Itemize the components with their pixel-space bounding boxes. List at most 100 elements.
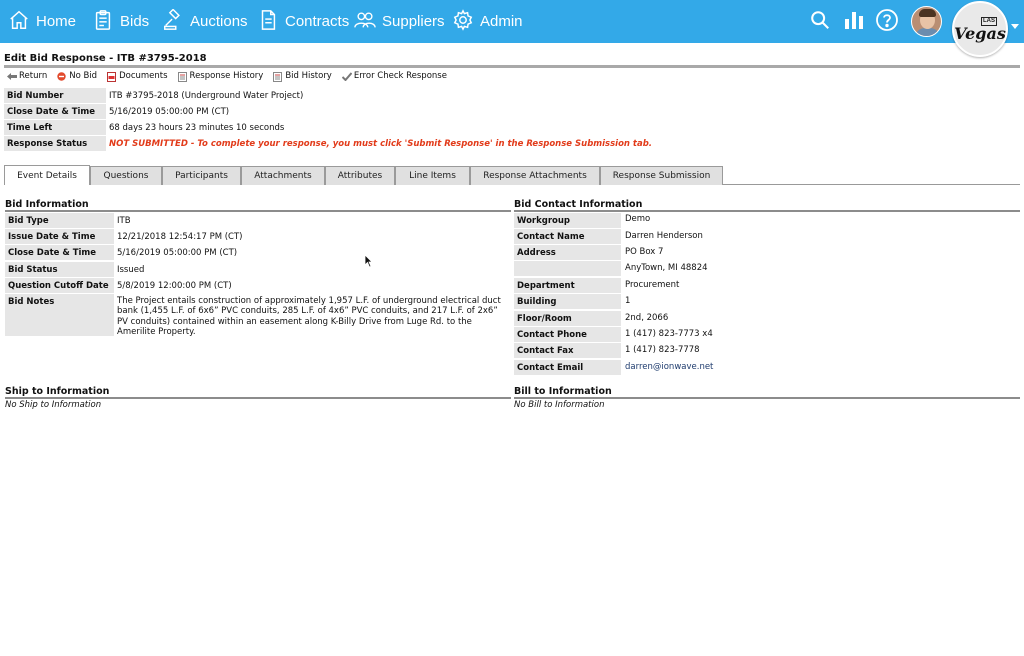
building-value: 1 (625, 296, 631, 306)
summary-value: ITB #3795-2018 (Underground Water Projec… (109, 91, 304, 101)
return-button[interactable]: Return (7, 71, 47, 81)
search-icon (809, 9, 831, 34)
nav-home[interactable]: Home (8, 0, 76, 43)
building-label: Building (514, 294, 621, 309)
ship-to-note: No Ship to Information (5, 400, 102, 410)
reports-button[interactable] (842, 0, 866, 43)
nav-bids[interactable]: Bids (92, 0, 149, 43)
mouse-cursor-icon (364, 254, 373, 268)
floor-room-label: Floor/Room (514, 311, 621, 326)
history-doc-icon (177, 71, 187, 82)
bid-type-value: ITB (117, 216, 131, 226)
avatar[interactable] (911, 6, 942, 37)
bid-notes-label: Bid Notes (5, 294, 114, 336)
tab-line-items[interactable]: Line Items (395, 166, 470, 185)
tab-attributes[interactable]: Attributes (325, 166, 395, 185)
summary-label: Time Left (4, 120, 106, 135)
history-doc-icon (273, 71, 283, 82)
department-label: Department (514, 278, 621, 293)
address-line1-value: PO Box 7 (625, 247, 664, 257)
contact-phone-value: 1 (417) 823-7773 x4 (625, 329, 713, 339)
no-bid-label: No Bid (69, 71, 98, 81)
contact-phone-label: Contact Phone (514, 327, 621, 342)
tab-event-details[interactable]: Event Details (4, 165, 90, 185)
nav-suppliers[interactable]: Suppliers (354, 0, 445, 43)
summary-row-response-status: Response Status NOT SUBMITTED - To compl… (4, 136, 1020, 151)
gear-icon (452, 8, 474, 35)
top-nav-bar: Home Bids Auctions Contracts Suppliers A… (0, 0, 1024, 57)
question-cutoff-label: Question Cutoff Date (5, 278, 114, 293)
bid-status-label: Bid Status (5, 262, 114, 277)
summary-row-time-left: Time Left 68 days 23 hours 23 minutes 10… (4, 120, 1020, 135)
nav-auctions[interactable]: Auctions (162, 0, 248, 43)
search-button[interactable] (809, 0, 831, 43)
document-icon (257, 9, 279, 35)
section-divider (5, 210, 511, 212)
address-label: Address (514, 245, 621, 260)
no-bid-button[interactable]: No Bid (57, 71, 97, 81)
tab-response-attachments[interactable]: Response Attachments (470, 166, 600, 185)
tab-participants[interactable]: Participants (162, 166, 241, 185)
documents-button[interactable]: Documents (107, 71, 168, 82)
section-divider (514, 397, 1020, 399)
las-vegas-logo[interactable]: LAS Vegas (952, 1, 1008, 57)
ship-to-heading: Ship to Information (5, 386, 110, 397)
contact-name-value: Darren Henderson (625, 231, 703, 241)
issue-date-value: 12/21/2018 12:54:17 PM (CT) (117, 232, 243, 242)
bid-history-label: Bid History (285, 71, 332, 81)
chevron-down-icon[interactable] (1011, 24, 1019, 29)
section-divider (5, 397, 511, 399)
summary-label: Bid Number (4, 88, 106, 103)
chart-icon (842, 8, 866, 35)
bid-information-heading: Bid Information (5, 199, 89, 210)
action-toolbar: Return No Bid Documents Response History… (7, 70, 457, 82)
close-date-label: Close Date & Time (5, 245, 114, 260)
bill-to-note: No Bill to Information (514, 400, 605, 410)
nav-home-label: Home (36, 13, 77, 30)
error-check-button[interactable]: Error Check Response (341, 71, 447, 81)
nav-bids-label: Bids (120, 13, 150, 30)
nav-contracts[interactable]: Contracts (257, 0, 349, 43)
summary-row-close-date: Close Date & Time 5/16/2019 05:00:00 PM … (4, 104, 1020, 119)
nav-contracts-label: Contracts (285, 13, 350, 30)
contact-fax-value: 1 (417) 823-7778 (625, 345, 700, 355)
nav-admin[interactable]: Admin (452, 0, 523, 43)
home-icon (8, 9, 30, 35)
checkmark-icon (341, 71, 353, 81)
tab-questions[interactable]: Questions (90, 166, 162, 185)
logo-big-text: Vegas (954, 23, 1006, 43)
tab-response-submission[interactable]: Response Submission (600, 166, 723, 185)
title-divider (4, 65, 1020, 68)
summary-value: 5/16/2019 05:00:00 PM (CT) (109, 107, 230, 117)
response-status-value: NOT SUBMITTED - To complete your respons… (109, 139, 653, 149)
gavel-icon (162, 7, 184, 35)
workgroup-value: Demo (625, 214, 651, 224)
error-check-label: Error Check Response (353, 71, 447, 81)
issue-date-label: Issue Date & Time (5, 229, 114, 244)
bid-history-button[interactable]: Bid History (273, 71, 332, 82)
workgroup-label: Workgroup (514, 213, 621, 228)
floor-room-value: 2nd, 2066 (625, 313, 669, 323)
summary-label: Response Status (4, 136, 106, 151)
help-button[interactable] (875, 0, 899, 43)
department-value: Procurement (625, 280, 680, 290)
clipboard-icon (92, 9, 114, 35)
contact-email-link[interactable]: darren@ionwave.net (625, 362, 713, 372)
documents-label: Documents (119, 71, 168, 81)
nav-suppliers-label: Suppliers (382, 13, 445, 30)
summary-label: Close Date & Time (4, 104, 106, 119)
no-bid-icon (57, 71, 66, 81)
page-title: Edit Bid Response - ITB #3795-2018 (4, 53, 207, 64)
close-date-value: 5/16/2019 05:00:00 PM (CT) (117, 248, 238, 258)
contact-name-label: Contact Name (514, 229, 621, 244)
contact-fax-label: Contact Fax (514, 343, 621, 358)
nav-auctions-label: Auctions (190, 13, 248, 30)
response-history-label: Response History (189, 71, 264, 81)
tab-attachments[interactable]: Attachments (241, 166, 325, 185)
people-icon (354, 9, 376, 35)
bid-status-value: Issued (117, 265, 145, 275)
bill-to-heading: Bill to Information (514, 386, 612, 397)
bid-type-label: Bid Type (5, 213, 114, 228)
response-history-button[interactable]: Response History (177, 71, 264, 82)
address-continued-label (514, 261, 621, 276)
